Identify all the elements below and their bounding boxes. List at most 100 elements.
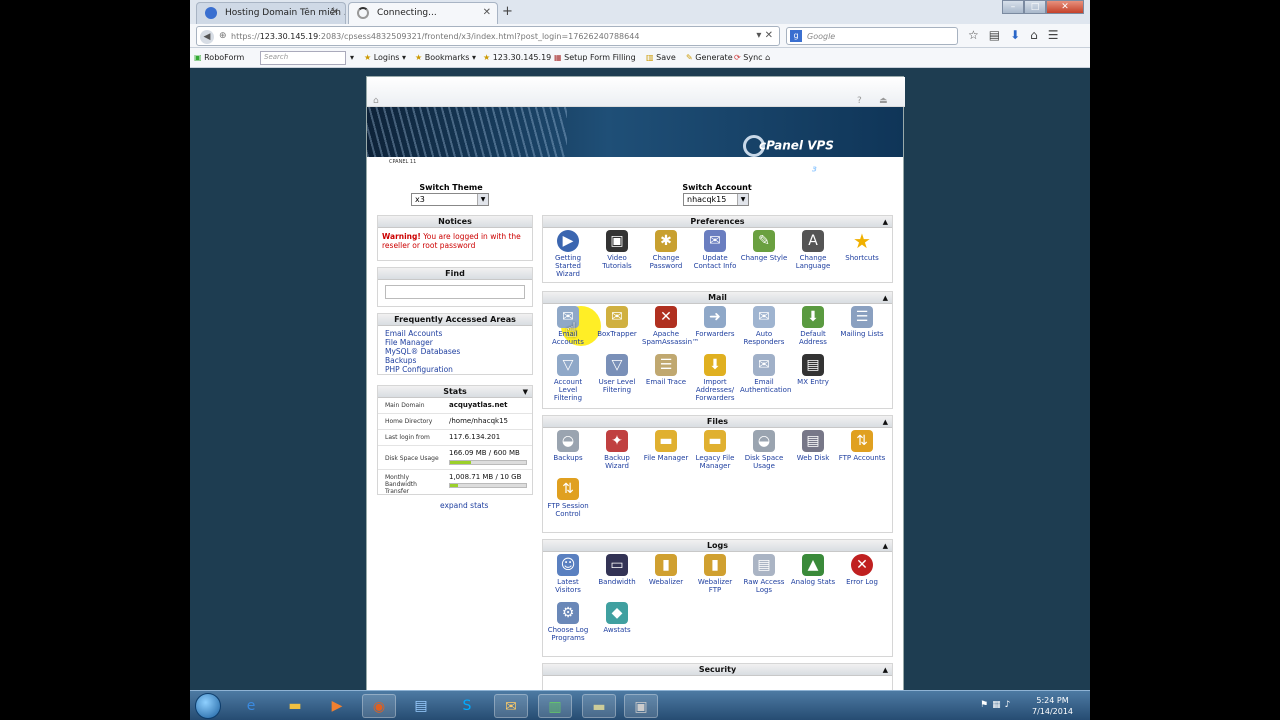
logs-header: Logs ▲ (543, 540, 892, 552)
logins-button[interactable]: ★ Logins ▾ (364, 53, 406, 62)
account-level-filtering[interactable]: ▽ Account Level Filtering (544, 354, 592, 402)
setup-form-filling-button[interactable]: ▦ Setup Form Filling (554, 53, 636, 62)
save-button[interactable]: ▥ Save (646, 53, 676, 62)
media-player-icon[interactable]: ▶ (320, 694, 354, 718)
bandwidth[interactable]: ▭ Bandwidth (593, 554, 641, 586)
getting-started-wizard[interactable]: ▶ Getting Started Wizard (544, 230, 592, 278)
download-icon[interactable]: ⬇ (1010, 28, 1020, 42)
notes-icon[interactable]: ▬ (582, 694, 616, 718)
bandwidth-icon: ▭ (606, 554, 628, 576)
skype-icon[interactable]: S (450, 694, 484, 718)
auto-responders[interactable]: ✉ Auto Responders (740, 306, 788, 346)
start-button[interactable] (195, 693, 221, 719)
mailing-lists[interactable]: ☰ Mailing Lists (838, 306, 886, 338)
switch-account-select[interactable]: nhacqk15 ▼ (683, 193, 749, 206)
ie-icon[interactable]: e (234, 694, 268, 718)
import-addresses[interactable]: ⬇ Import Addresses/ Forwarders (691, 354, 739, 402)
home-icon[interactable]: ⌂ (1030, 28, 1038, 42)
menu-icon[interactable]: ☰ (1048, 28, 1059, 42)
generate-button[interactable]: ✎ Generate (686, 53, 733, 62)
bookmarks-button[interactable]: ★ Bookmarks ▾ (415, 53, 476, 62)
new-tab-button[interactable]: + (502, 4, 513, 19)
faa-php[interactable]: PHP Configuration (385, 365, 525, 374)
item-label: Legacy File Manager (695, 454, 735, 470)
back-arrow-icon[interactable]: ◀ (200, 30, 214, 44)
apache-spamassassin[interactable]: ✕ Apache SpamAssassin™ (642, 306, 699, 346)
tab-hosting-domain[interactable]: Hosting Domain Tên miền ... ✕ (196, 2, 346, 24)
url-bar[interactable]: ◀ ⊕ https://123.30.145.19:2083/cpsess483… (196, 26, 780, 46)
video-tutorials[interactable]: ▣ Video Tutorials (593, 230, 641, 270)
volume-icon[interactable]: ♪ (1005, 700, 1011, 710)
collapse-icon[interactable]: ▲ (883, 540, 888, 552)
collapse-icon[interactable]: ▲ (883, 292, 888, 304)
user-level-filtering[interactable]: ▽ User Level Filtering (593, 354, 641, 394)
ftp-accounts[interactable]: ⇅ FTP Accounts (838, 430, 886, 462)
file-manager[interactable]: ▬ File Manager (642, 430, 690, 462)
warning-message: Warning! You are logged in with the rese… (378, 228, 532, 254)
backups[interactable]: ◒ Backups (544, 430, 592, 462)
network-icon[interactable]: ▦ (992, 700, 1001, 710)
choose-log-programs[interactable]: ⚙ Choose Log Programs (544, 602, 592, 642)
close-tab-icon[interactable]: ✕ (331, 7, 339, 18)
expand-stats-link[interactable]: expand stats (440, 501, 488, 510)
minimize-button[interactable]: – (1002, 0, 1024, 14)
legacy-file-manager[interactable]: ▬ Legacy File Manager (691, 430, 739, 470)
collapse-icon[interactable]: ▲ (883, 416, 888, 428)
disk-space-usage[interactable]: ◒ Disk Space Usage (740, 430, 788, 470)
firefox-icon[interactable]: ◉ (362, 694, 396, 718)
chart-app-icon[interactable]: ▥ (538, 694, 572, 718)
bookmarks-list-icon[interactable]: ▤ (989, 28, 1000, 42)
stop-loading-icon[interactable]: ▾ ✕ (756, 30, 773, 41)
raw-access-logs[interactable]: ▤ Raw Access Logs (740, 554, 788, 594)
mx-entry[interactable]: ▤ MX Entry (789, 354, 837, 386)
forwarders[interactable]: ➜ Forwarders (691, 306, 739, 338)
star-icon[interactable]: ☆ (968, 28, 979, 42)
folder-taskbar-icon[interactable]: ▬ (278, 694, 312, 718)
outlook-icon[interactable]: ✉ (494, 694, 528, 718)
update-contact-info[interactable]: ✉ Update Contact Info (691, 230, 739, 270)
collapse-icon[interactable]: ▲ (883, 216, 888, 228)
email-trace[interactable]: ☰ Email Trace (642, 354, 690, 386)
latest-visitors[interactable]: ☺ Latest Visitors (544, 554, 592, 594)
tab-connecting[interactable]: Connecting... ✕ (348, 2, 498, 24)
recorder-icon[interactable]: ▣ (624, 694, 658, 718)
ftp-session-control[interactable]: ⇅ FTP Session Control (544, 478, 592, 518)
ip-bookmark[interactable]: ★ 123.30.145.19 (483, 53, 551, 62)
search-input[interactable]: g Google (786, 27, 958, 45)
roboform-button[interactable]: ▣ RoboForm (194, 53, 244, 62)
webalizer[interactable]: ▮ Webalizer (642, 554, 690, 586)
faa-mysql[interactable]: MySQL® Databases (385, 347, 525, 356)
error-log[interactable]: ✕ Error Log (838, 554, 886, 586)
maximize-button[interactable]: □ (1024, 0, 1046, 14)
stat-value: 117.6.134.201 (449, 433, 501, 441)
change-password[interactable]: ✱ Change Password (642, 230, 690, 270)
shortcuts[interactable]: ★ Shortcuts (838, 230, 886, 262)
dropdown-arrow-icon[interactable]: ▾ (350, 53, 354, 62)
web-disk[interactable]: ▤ Web Disk (789, 430, 837, 462)
faa-file-manager[interactable]: File Manager (385, 338, 525, 347)
clapper-icon: ▣ (606, 230, 628, 252)
change-language[interactable]: A Change Language (789, 230, 837, 270)
sync-button[interactable]: ⟳ Sync ⌂ (734, 53, 770, 62)
webalizer-ftp[interactable]: ▮ Webalizer FTP (691, 554, 739, 594)
switch-theme-select[interactable]: x3 ▼ (411, 193, 489, 206)
flag-icon[interactable]: ⚑ (980, 700, 988, 710)
close-tab-icon[interactable]: ✕ (483, 7, 491, 18)
change-style[interactable]: ✎ Change Style (740, 230, 788, 262)
find-input[interactable] (385, 285, 525, 299)
collapse-icon[interactable]: ▲ (883, 664, 888, 676)
roboform-search-input[interactable]: Search (260, 51, 346, 65)
collapse-icon[interactable]: ▼ (523, 386, 528, 398)
clock[interactable]: 5:24 PM 7/14/2014 (1032, 695, 1073, 717)
analog-stats[interactable]: ▲ Analog Stats (789, 554, 837, 586)
faa-email-accounts[interactable]: Email Accounts (385, 329, 525, 338)
faa-backups[interactable]: Backups (385, 356, 525, 365)
boxtrapper[interactable]: ✉ BoxTrapper (593, 306, 641, 338)
backup-wizard[interactable]: ✦ Backup Wizard (593, 430, 641, 470)
email-authentication[interactable]: ✉ Email Authentication (740, 354, 791, 394)
awstats[interactable]: ◆ Awstats (593, 602, 641, 634)
close-window-button[interactable]: ✕ (1046, 0, 1084, 14)
default-address[interactable]: ⬇ Default Address (789, 306, 837, 346)
app-icon[interactable]: ▤ (404, 694, 438, 718)
page-viewport: ⌂HOME ?HELP ⏏LOGOUT cPanel VPS Optimized… (190, 68, 1090, 690)
